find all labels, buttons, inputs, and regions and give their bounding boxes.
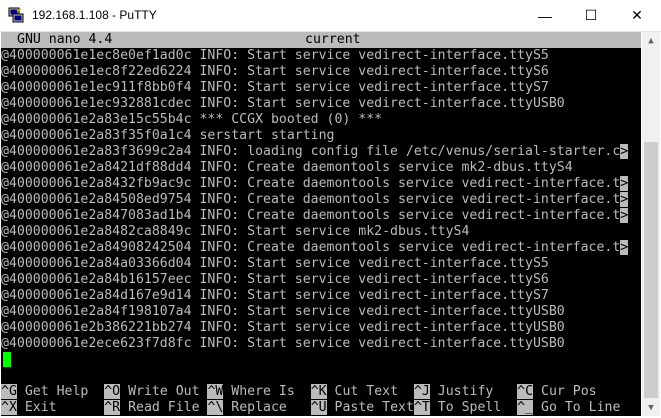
log-line-text: @400000061e2a84f198107a4 INFO: Start ser… (1, 304, 565, 319)
shortcut-key: ^X (1, 400, 17, 415)
nano-filename: current (305, 32, 361, 47)
minimize-button[interactable]: — (522, 0, 568, 31)
shortcut-row-1: ^G Get Help ^O Write Out ^W Where Is ^K … (1, 384, 597, 400)
shortcut-key: ^C (517, 384, 534, 399)
log-line: @400000061e2b386221bb274 INFO: Start ser… (1, 320, 565, 336)
log-line-text: @400000061e2a8432fb9ac9c INFO: Create da… (1, 176, 621, 191)
log-line: @400000061e1ec8f22ed6224 INFO: Start ser… (1, 64, 549, 80)
log-line-text: @400000061e2a847083ad1b4 INFO: Create da… (1, 208, 621, 223)
log-line-text: @400000061e2a83f35f0a1c4 serstart starti… (1, 128, 335, 143)
maximize-button[interactable]: ☐ (568, 0, 614, 31)
scroll-down-icon[interactable]: ▼ (642, 399, 660, 416)
line-truncated-marker: > (620, 192, 629, 207)
shortcut-label: Exit (16, 400, 105, 415)
shortcut-key: ^T (413, 400, 430, 415)
log-line: @400000061e1ec911f8bb0f4 INFO: Start ser… (1, 80, 549, 96)
log-line-text: @400000061e2a84508ed9754 INFO: Create da… (1, 192, 621, 207)
log-line: @400000061e2a84908242504 INFO: Create da… (1, 240, 629, 256)
vertical-scrollbar[interactable]: ▲ ▼ (642, 32, 660, 416)
shortcut-key: ^G (1, 384, 17, 399)
log-line-text: @400000061e2b386221bb274 INFO: Start ser… (1, 320, 565, 335)
maximize-icon: ☐ (584, 7, 598, 23)
log-line-text: @400000061e2a84b16157eec INFO: Start ser… (1, 272, 549, 287)
log-line-text: @400000061e1ec8e0ef1ad0c INFO: Start ser… (1, 48, 549, 63)
shortcut-key: ^R (104, 400, 121, 415)
shortcut-label: Get Help (16, 384, 105, 399)
line-truncated-marker: > (620, 176, 629, 191)
log-line-text: @400000061e2a84908242504 INFO: Create da… (1, 240, 621, 255)
log-line-text: @400000061e2a83f3699c2a4 INFO: loading c… (1, 144, 621, 159)
log-line: @400000061e2a8482ca8849c INFO: Start ser… (1, 224, 469, 240)
shortcut-label: To Spell (429, 400, 518, 415)
shortcut-label: Cur Pos (533, 384, 597, 399)
shortcut-key: ^\ (207, 400, 224, 415)
minimize-icon: — (538, 7, 552, 24)
log-line: @400000061e2a83e15c55b4c *** CCGX booted… (1, 112, 382, 128)
log-line-text: @400000061e2a8421df88dd4 INFO: Create da… (1, 160, 573, 175)
log-line-text: @400000061e1ec911f8bb0f4 INFO: Start ser… (1, 80, 549, 95)
shortcut-key: ^K (310, 384, 327, 399)
shortcut-label: Write Out (120, 384, 208, 399)
log-line: @400000061e2a83f35f0a1c4 serstart starti… (1, 128, 334, 144)
shortcut-key: ^W (207, 384, 224, 399)
scrollbar-thumb[interactable] (644, 142, 658, 398)
putty-app-icon[interactable] (8, 7, 24, 23)
log-line: @400000061e2a84b16157eec INFO: Start ser… (1, 272, 549, 288)
title-bar: 192.168.1.108 - PuTTY — ☐ ✕ (0, 0, 661, 32)
log-line: @400000061e2a84508ed9754 INFO: Create da… (1, 192, 629, 208)
log-line: @400000061e2a8421df88dd4 INFO: Create da… (1, 160, 573, 176)
nano-header: GNU nano 4.4 current (1, 32, 641, 48)
log-line-text: @400000061e2a83e15c55b4c *** CCGX booted… (1, 112, 383, 127)
shortcut-label: Replace (223, 400, 311, 415)
log-line: @400000061e1ec8e0ef1ad0c INFO: Start ser… (1, 48, 549, 64)
scroll-up-icon[interactable]: ▲ (642, 32, 660, 49)
line-truncated-marker: > (620, 208, 629, 223)
shortcut-label: Where Is (223, 384, 311, 399)
log-line: @400000061e2a83f3699c2a4 INFO: loading c… (1, 144, 629, 160)
nano-version: GNU nano 4.4 (17, 32, 113, 47)
shortcut-key: ^_ (517, 400, 534, 415)
text-cursor (3, 352, 11, 367)
terminal-area[interactable]: GNU nano 4.4 current @400000061e1ec8e0ef… (1, 32, 641, 416)
log-line-text: @400000061e2a84a03366d04 INFO: Start ser… (1, 256, 549, 271)
log-line: @400000061e2a847083ad1b4 INFO: Create da… (1, 208, 629, 224)
shortcut-label: Paste Text (326, 400, 414, 415)
shortcut-key: ^O (104, 384, 121, 399)
window-title: 192.168.1.108 - PuTTY (32, 8, 157, 22)
shortcut-label: Cut Text (326, 384, 414, 399)
shortcut-row-2: ^X Exit ^R Read File ^\ Replace ^U Paste… (1, 400, 620, 416)
shortcut-label: Read File (120, 400, 208, 415)
line-truncated-marker: > (620, 144, 629, 159)
close-button[interactable]: ✕ (614, 0, 660, 31)
log-line: @400000061e2a84f198107a4 INFO: Start ser… (1, 304, 565, 320)
log-line: @400000061e2ece623f7d8fc INFO: Start ser… (1, 336, 565, 352)
log-line: @400000061e2a8432fb9ac9c INFO: Create da… (1, 176, 629, 192)
log-line: @400000061e2a84a03366d04 INFO: Start ser… (1, 256, 549, 272)
close-icon: ✕ (631, 7, 643, 23)
log-line-text: @400000061e2ece623f7d8fc INFO: Start ser… (1, 336, 565, 351)
log-line-text: @400000061e2a8482ca8849c INFO: Start ser… (1, 224, 470, 239)
shortcut-key: ^U (310, 400, 327, 415)
shortcut-label: Go To Line (533, 400, 621, 415)
line-truncated-marker: > (620, 240, 629, 255)
shortcut-label: Justify (429, 384, 518, 399)
log-line-text: @400000061e2a84d167e9d14 INFO: Start ser… (1, 288, 549, 303)
log-line-text: @400000061e1ec932881cdec INFO: Start ser… (1, 96, 565, 111)
log-line: @400000061e2a84d167e9d14 INFO: Start ser… (1, 288, 549, 304)
log-line-text: @400000061e1ec8f22ed6224 INFO: Start ser… (1, 64, 549, 79)
log-line: @400000061e1ec932881cdec INFO: Start ser… (1, 96, 565, 112)
shortcut-key: ^J (413, 384, 430, 399)
